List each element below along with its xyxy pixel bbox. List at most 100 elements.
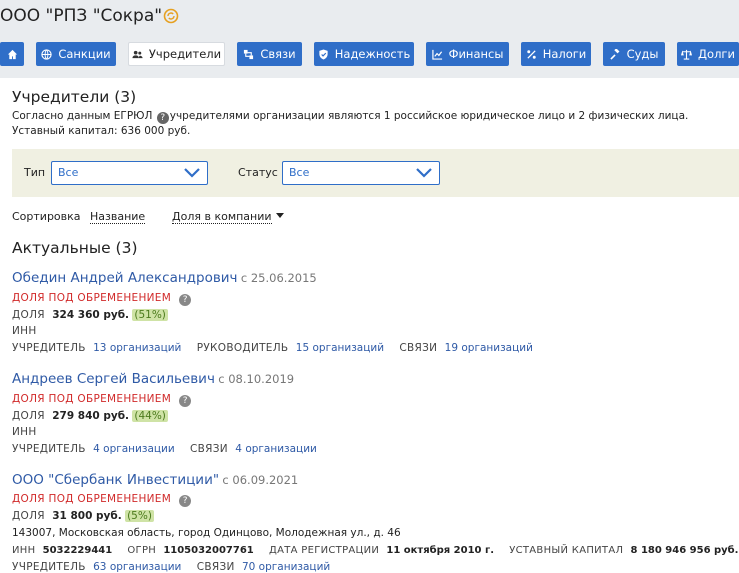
share-label: ДОЛЯ [12, 410, 45, 422]
type-label: Тип [24, 166, 46, 179]
share-value: 279 840 руб. [52, 410, 130, 422]
sort-by-name[interactable]: Название [90, 210, 146, 224]
share-percent-badge: (5%) [125, 510, 154, 522]
users-icon [132, 50, 143, 58]
founder-name-link[interactable]: Андреев Сергей Васильевич [12, 371, 215, 387]
home-icon [7, 49, 17, 59]
founder-header: ООО "Сбербанк Инвестиции" с 06.09.2021 [12, 472, 298, 488]
founder-header: Обедин Андрей Александрович с 25.06.2015 [12, 270, 317, 286]
nav-founders-tab[interactable]: Учредители [128, 42, 225, 66]
share-percent-badge: (51%) [132, 309, 168, 321]
nav-debts-label: Долги [698, 47, 735, 61]
burden-row: ДОЛЯ ПОД ОБРЕМЕНЕНИЕМ? [12, 292, 192, 306]
status-label: Статус [238, 166, 278, 179]
help-icon[interactable]: ? [179, 294, 192, 306]
inn-row: ИНН [12, 325, 37, 337]
sort-label: Сортировка [12, 210, 81, 223]
role-label: УЧРЕДИТЕЛЬ [12, 443, 86, 455]
gavel-icon [609, 48, 620, 60]
founders-description: Согласно данным ЕГРЮЛ ? учредителями орга… [12, 110, 688, 124]
egrul-help-icon[interactable]: ? [156, 112, 169, 124]
sort-by-share[interactable]: Доля в компании [172, 210, 284, 224]
nav-home-button[interactable] [0, 42, 24, 66]
status-select-value: Все [289, 166, 310, 179]
share-row: ДОЛЯ 31 800 руб. (5%) [12, 510, 154, 522]
percent-icon [526, 49, 536, 59]
role-link[interactable]: 4 организации [93, 443, 175, 455]
role-link[interactable]: 15 организаций [296, 342, 384, 354]
address-row: 143007, Московская область, город Одинцо… [12, 527, 401, 539]
status-select[interactable]: Все [282, 161, 440, 185]
share-value: 31 800 руб. [52, 510, 122, 522]
inn-label: ИНН [12, 426, 37, 438]
egrul-text: Согласно данным ЕГРЮЛ [12, 110, 153, 122]
founders-title: Учредители (3) [12, 88, 137, 106]
nav-sanctions-button[interactable]: Санкции [36, 42, 116, 66]
founder-since: с 25.06.2015 [240, 271, 317, 285]
inn-row: ИНН [12, 426, 37, 438]
role-label: СВЯЗИ [190, 443, 228, 455]
share-value: 324 360 руб. [52, 309, 130, 321]
roles-row: УЧРЕДИТЕЛЬ 13 организаций РУКОВОДИТЕЛЬ 1… [12, 342, 533, 354]
founder-name-link[interactable]: ООО "Сбербанк Инвестиции" [12, 472, 219, 488]
help-icon[interactable]: ? [179, 395, 192, 407]
inn-label: ИНН [12, 545, 36, 556]
nav-founders-label: Учредители [148, 47, 222, 61]
founder-header: Андреев Сергей Васильевич с 08.10.2019 [12, 371, 294, 387]
chevron-down-icon [184, 168, 200, 178]
nav-taxes-button[interactable]: Налоги [521, 42, 591, 66]
burden-label: ДОЛЯ ПОД ОБРЕМЕНЕНИЕМ [12, 493, 172, 505]
ogrn-value: 1105032007761 [163, 545, 254, 556]
reg-date-value: 11 октября 2010 г. [386, 545, 495, 556]
capital-label: УСТАВНЫЙ КАПИТАЛ [509, 545, 624, 556]
share-row: ДОЛЯ 324 360 руб. (51%) [12, 309, 168, 321]
sort-by-name-label: Название [90, 210, 146, 224]
share-row: ДОЛЯ 279 840 руб. (44%) [12, 410, 168, 422]
nav-courts-button[interactable]: Суды [603, 42, 665, 66]
nav-courts-label: Суды [626, 47, 659, 61]
shield-icon [319, 48, 328, 60]
role-label: УЧРЕДИТЕЛЬ [12, 561, 86, 573]
role-link[interactable]: 4 организации [235, 443, 317, 455]
role-link[interactable]: 13 организаций [93, 342, 181, 354]
caret-down-icon [275, 213, 284, 218]
globe-icon [41, 48, 53, 60]
role-label: СВЯЗИ [196, 561, 235, 573]
inn-value: 5032229441 [42, 545, 113, 556]
nav-taxes-label: Налоги [542, 47, 587, 61]
role-label: РУКОВОДИТЕЛЬ [196, 342, 289, 354]
nav-debts-button[interactable]: Долги [677, 42, 739, 66]
scales-icon [681, 49, 693, 60]
nav-reliability-button[interactable]: Надежность [314, 42, 414, 66]
role-link[interactable]: 63 организации [93, 561, 181, 573]
company-title: ООО "РПЗ "Сокра" [0, 6, 163, 26]
company-details-row: ИНН 5032229441 ОГРН 1105032007761 ДАТА Р… [12, 545, 738, 556]
burden-label: ДОЛЯ ПОД ОБРЕМЕНЕНИЕМ [12, 292, 172, 304]
nav-finance-button[interactable]: Финансы [426, 42, 509, 66]
share-label: ДОЛЯ [12, 510, 45, 522]
filter-bar: Тип Все Статус Все [12, 149, 739, 197]
help-icon[interactable]: ? [179, 495, 192, 507]
burden-row: ДОЛЯ ПОД ОБРЕМЕНЕНИЕМ? [12, 493, 192, 507]
type-select[interactable]: Все [51, 161, 208, 185]
inn-label: ИНН [12, 325, 37, 337]
role-link[interactable]: 70 организаций [242, 561, 330, 573]
burden-row: ДОЛЯ ПОД ОБРЕМЕНЕНИЕМ? [12, 393, 192, 407]
share-label: ДОЛЯ [12, 309, 45, 321]
founders-count-text: учредителями организации являются 1 росс… [169, 110, 689, 122]
authorized-capital: Уставный капитал: 636 000 руб. [12, 125, 191, 137]
nav-links-button[interactable]: Связи [237, 42, 302, 66]
links-icon [244, 49, 254, 59]
capital-value: 8 180 946 956 руб. [630, 545, 739, 556]
share-percent-badge: (44%) [132, 410, 168, 422]
company-header: ООО "РПЗ "Сокра" Санкции Учредители Связ… [0, 0, 739, 78]
founder-since: с 08.10.2019 [218, 372, 295, 386]
nav-links-label: Связи [260, 47, 296, 61]
refresh-orange-icon[interactable] [163, 8, 179, 24]
roles-row: УЧРЕДИТЕЛЬ 63 организации СВЯЗИ 70 орган… [12, 561, 330, 573]
founder-name-link[interactable]: Обедин Андрей Александрович [12, 270, 238, 286]
nav-finance-label: Финансы [448, 47, 504, 61]
role-link[interactable]: 19 организаций [445, 342, 533, 354]
burden-label: ДОЛЯ ПОД ОБРЕМЕНЕНИЕМ [12, 393, 172, 405]
chevron-down-icon [416, 168, 432, 178]
